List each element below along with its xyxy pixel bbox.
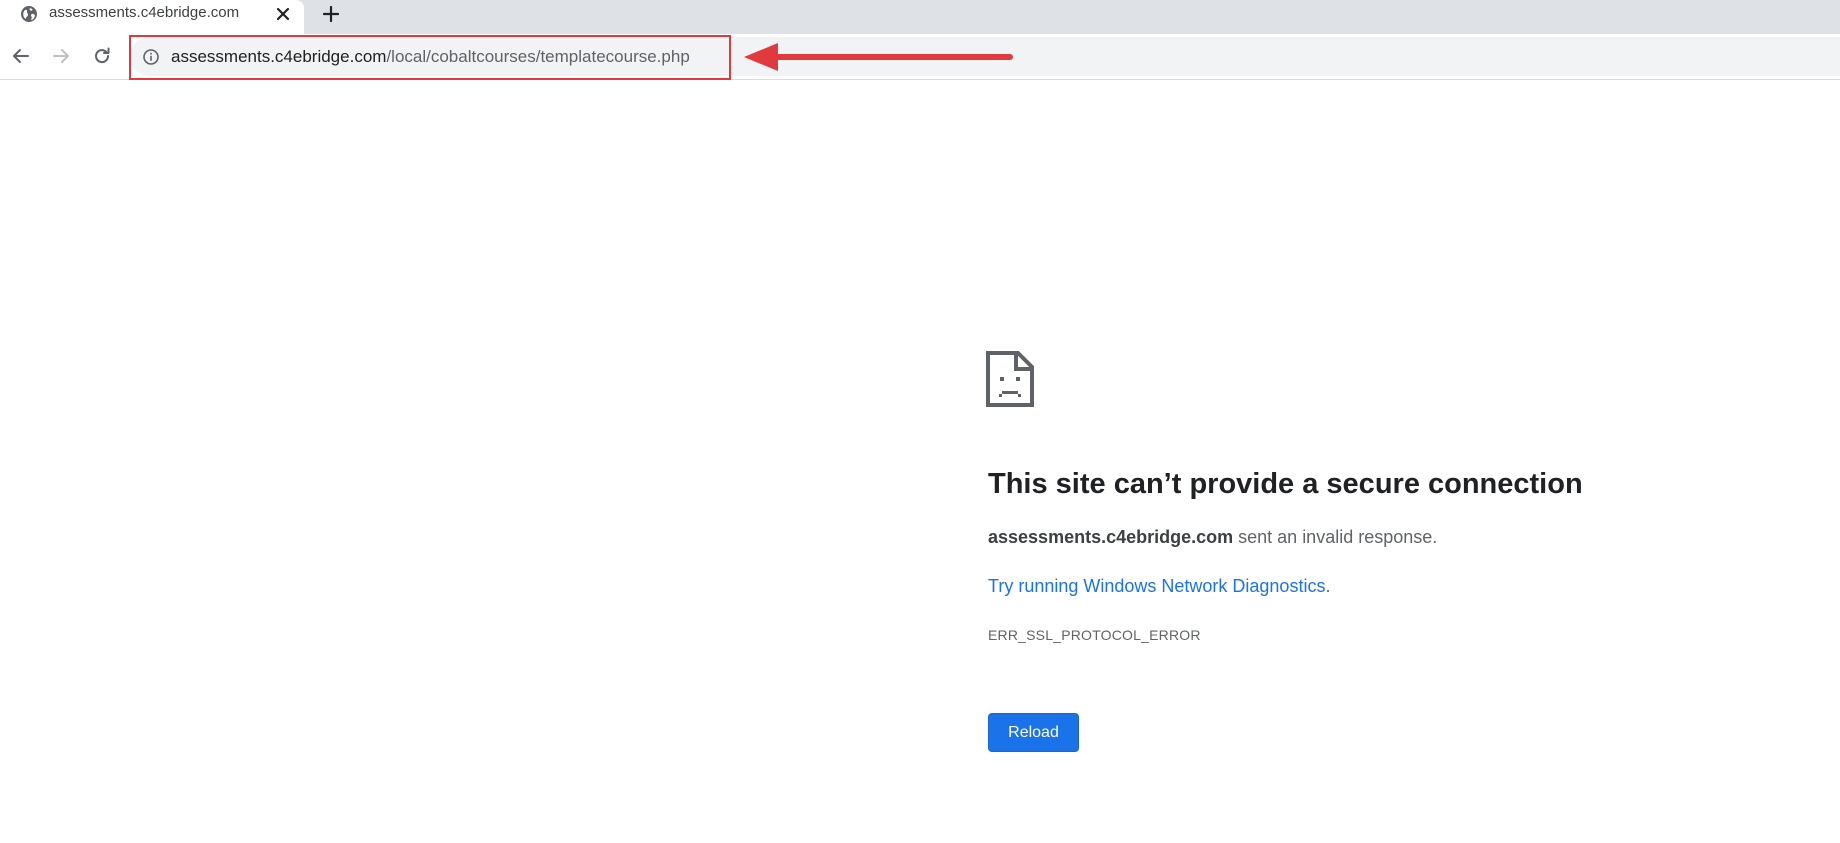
error-host: assessments.c4ebridge.com — [988, 527, 1234, 547]
back-arrow-icon[interactable] — [10, 45, 32, 67]
reload-icon[interactable] — [91, 45, 113, 67]
browser-window: assessments.c4ebridge.com assessments.c4… — [0, 0, 1840, 843]
plus-icon[interactable] — [320, 3, 342, 25]
forward-arrow-icon[interactable] — [50, 45, 72, 67]
globe-icon — [21, 6, 37, 22]
error-description-text: sent an invalid response. — [1233, 527, 1438, 547]
tab-title: assessments.c4ebridge.com — [49, 4, 240, 21]
tab-active[interactable]: assessments.c4ebridge.com — [0, 0, 304, 34]
reload-button[interactable]: Reload — [988, 713, 1079, 752]
tab-strip: assessments.c4ebridge.com — [0, 0, 1840, 34]
error-description: assessments.c4ebridge.com sent an invali… — [988, 526, 1437, 548]
sad-document-icon — [986, 351, 1034, 407]
error-title: This site can’t provide a secure connect… — [988, 468, 1583, 500]
annotation-arrow-icon — [744, 43, 1013, 71]
network-diagnostics-link[interactable]: Try running Windows Network Diagnostics — [988, 576, 1325, 596]
error-code: ERR_SSL_PROTOCOL_ERROR — [988, 627, 1201, 643]
suggestion-period: . — [1325, 576, 1331, 596]
annotation-highlight-box — [129, 35, 731, 80]
close-icon[interactable] — [274, 5, 292, 23]
error-suggestion: Try running Windows Network Diagnostics. — [988, 575, 1330, 597]
